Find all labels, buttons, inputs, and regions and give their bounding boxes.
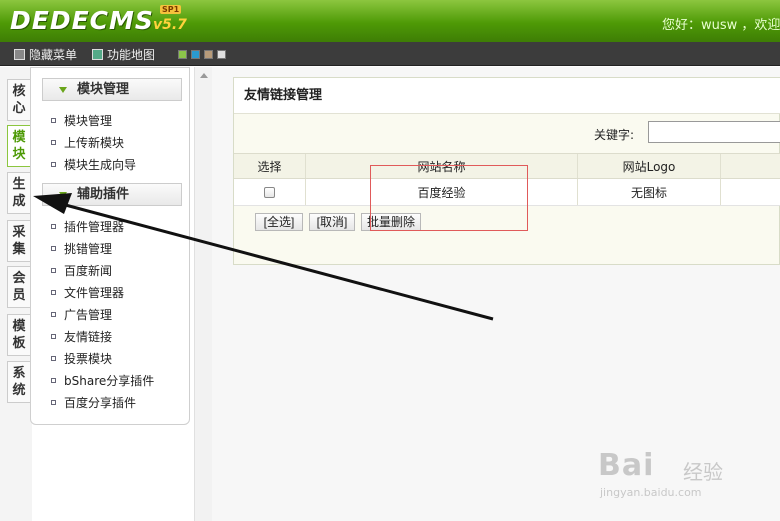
collapse-arrow-icon [59, 192, 67, 198]
bullet-icon [51, 268, 56, 273]
menu-item-module-manage[interactable]: 模块管理 [51, 112, 112, 129]
sp-badge: SP1 [160, 5, 182, 14]
keyword-label: 关键字: [594, 128, 635, 142]
theme-swatch-brown[interactable] [204, 50, 213, 59]
bullet-icon [51, 140, 56, 145]
scroll-up-arrow-icon[interactable] [200, 73, 208, 78]
menu-item-plugin-manager[interactable]: 插件管理器 [51, 218, 124, 235]
bullet-icon [51, 378, 56, 383]
watermark-jingyan: 经验 [683, 460, 723, 484]
hide-menu-label: 隐藏菜单 [29, 48, 78, 62]
version-label: v5.7 [153, 17, 187, 33]
menu-section-module-manage[interactable]: 模块管理 [42, 78, 182, 101]
menu-item-vote-module[interactable]: 投票模块 [51, 350, 112, 367]
bullet-icon [51, 224, 56, 229]
bullet-icon [51, 246, 56, 251]
menu-item-file-manager[interactable]: 文件管理器 [51, 284, 124, 301]
dedecms-logo: DEDECMS [10, 6, 154, 35]
baidu-watermark-logo: Bai [598, 448, 655, 483]
page-title: 友情链接管理 [234, 78, 780, 114]
col-header-site-logo: 网站Logo [578, 154, 721, 178]
menu-section-plugins[interactable]: 辅助插件 [42, 183, 182, 206]
menu-item-friend-links[interactable]: 友情链接 [51, 328, 112, 345]
bullet-icon [51, 162, 56, 167]
cancel-button[interactable]: [取消] [309, 213, 355, 231]
site-logo-cell: 无图标 [578, 179, 721, 205]
top-header: DEDECMS SP1 v5.7 您好：wusw ，欢迎 [0, 0, 780, 42]
theme-swatch-gray[interactable] [217, 50, 226, 59]
main-content: 友情链接管理 关键字: 选择 网站名称 网站Logo 百度经验 无图标 [全选]… [212, 67, 780, 521]
theme-swatch-blue[interactable] [191, 50, 200, 59]
highlight-box [370, 165, 528, 231]
menu-item-module-wizard[interactable]: 模块生成向导 [51, 156, 136, 173]
bullet-icon [51, 356, 56, 361]
menu-item-error-report[interactable]: 挑错管理 [51, 240, 112, 257]
menu-item-baidu-news[interactable]: 百度新闻 [51, 262, 112, 279]
user-greeting: 您好：wusw ，欢迎 [662, 18, 780, 33]
col-header-extra [721, 154, 780, 178]
tab-system[interactable]: 系统 [7, 361, 30, 403]
menu-item-upload-module[interactable]: 上传新模块 [51, 134, 124, 151]
menu-item-ad-manage[interactable]: 广告管理 [51, 306, 112, 323]
keyword-input[interactable] [648, 121, 780, 143]
hide-menu-icon [14, 49, 25, 60]
menu-item-bshare[interactable]: bShare分享插件 [51, 372, 154, 389]
bullet-icon [51, 118, 56, 123]
tab-member[interactable]: 会员 [7, 266, 30, 308]
function-map-button[interactable]: 功能地图 [92, 46, 155, 63]
section-title: 模块管理 [77, 82, 130, 97]
side-tab-bar: 核心 模块 生成 采集 会员 模板 系统 [0, 67, 32, 521]
bullet-icon [51, 312, 56, 317]
bullet-icon [51, 334, 56, 339]
bullet-icon [51, 290, 56, 295]
row-select-cell [234, 179, 306, 205]
grid-icon [92, 49, 103, 60]
theme-swatch-green[interactable] [178, 50, 187, 59]
tab-collect[interactable]: 采集 [7, 220, 30, 262]
toolbar: 隐藏菜单 功能地图 [0, 42, 780, 66]
col-header-select: 选择 [234, 154, 306, 178]
watermark-url: jingyan.baidu.com [600, 486, 702, 499]
select-all-button[interactable]: [全选] [255, 213, 303, 231]
panel-splitter[interactable] [194, 67, 212, 521]
menu-item-baidu-share[interactable]: 百度分享插件 [51, 394, 136, 411]
tab-generate[interactable]: 生成 [7, 172, 30, 214]
collapse-arrow-icon [59, 87, 67, 93]
tab-core[interactable]: 核心 [7, 79, 30, 121]
bullet-icon [51, 400, 56, 405]
left-menu: 模块管理 模块管理 上传新模块 模块生成向导 辅助插件 插件管理器 挑错管理 百… [30, 67, 190, 425]
tab-module[interactable]: 模块 [7, 125, 30, 167]
tab-template[interactable]: 模板 [7, 314, 30, 356]
extra-cell [721, 179, 780, 205]
function-map-label: 功能地图 [107, 48, 156, 62]
section-title: 辅助插件 [77, 187, 130, 202]
hide-menu-button[interactable]: 隐藏菜单 [14, 46, 77, 63]
row-checkbox[interactable] [264, 186, 275, 198]
